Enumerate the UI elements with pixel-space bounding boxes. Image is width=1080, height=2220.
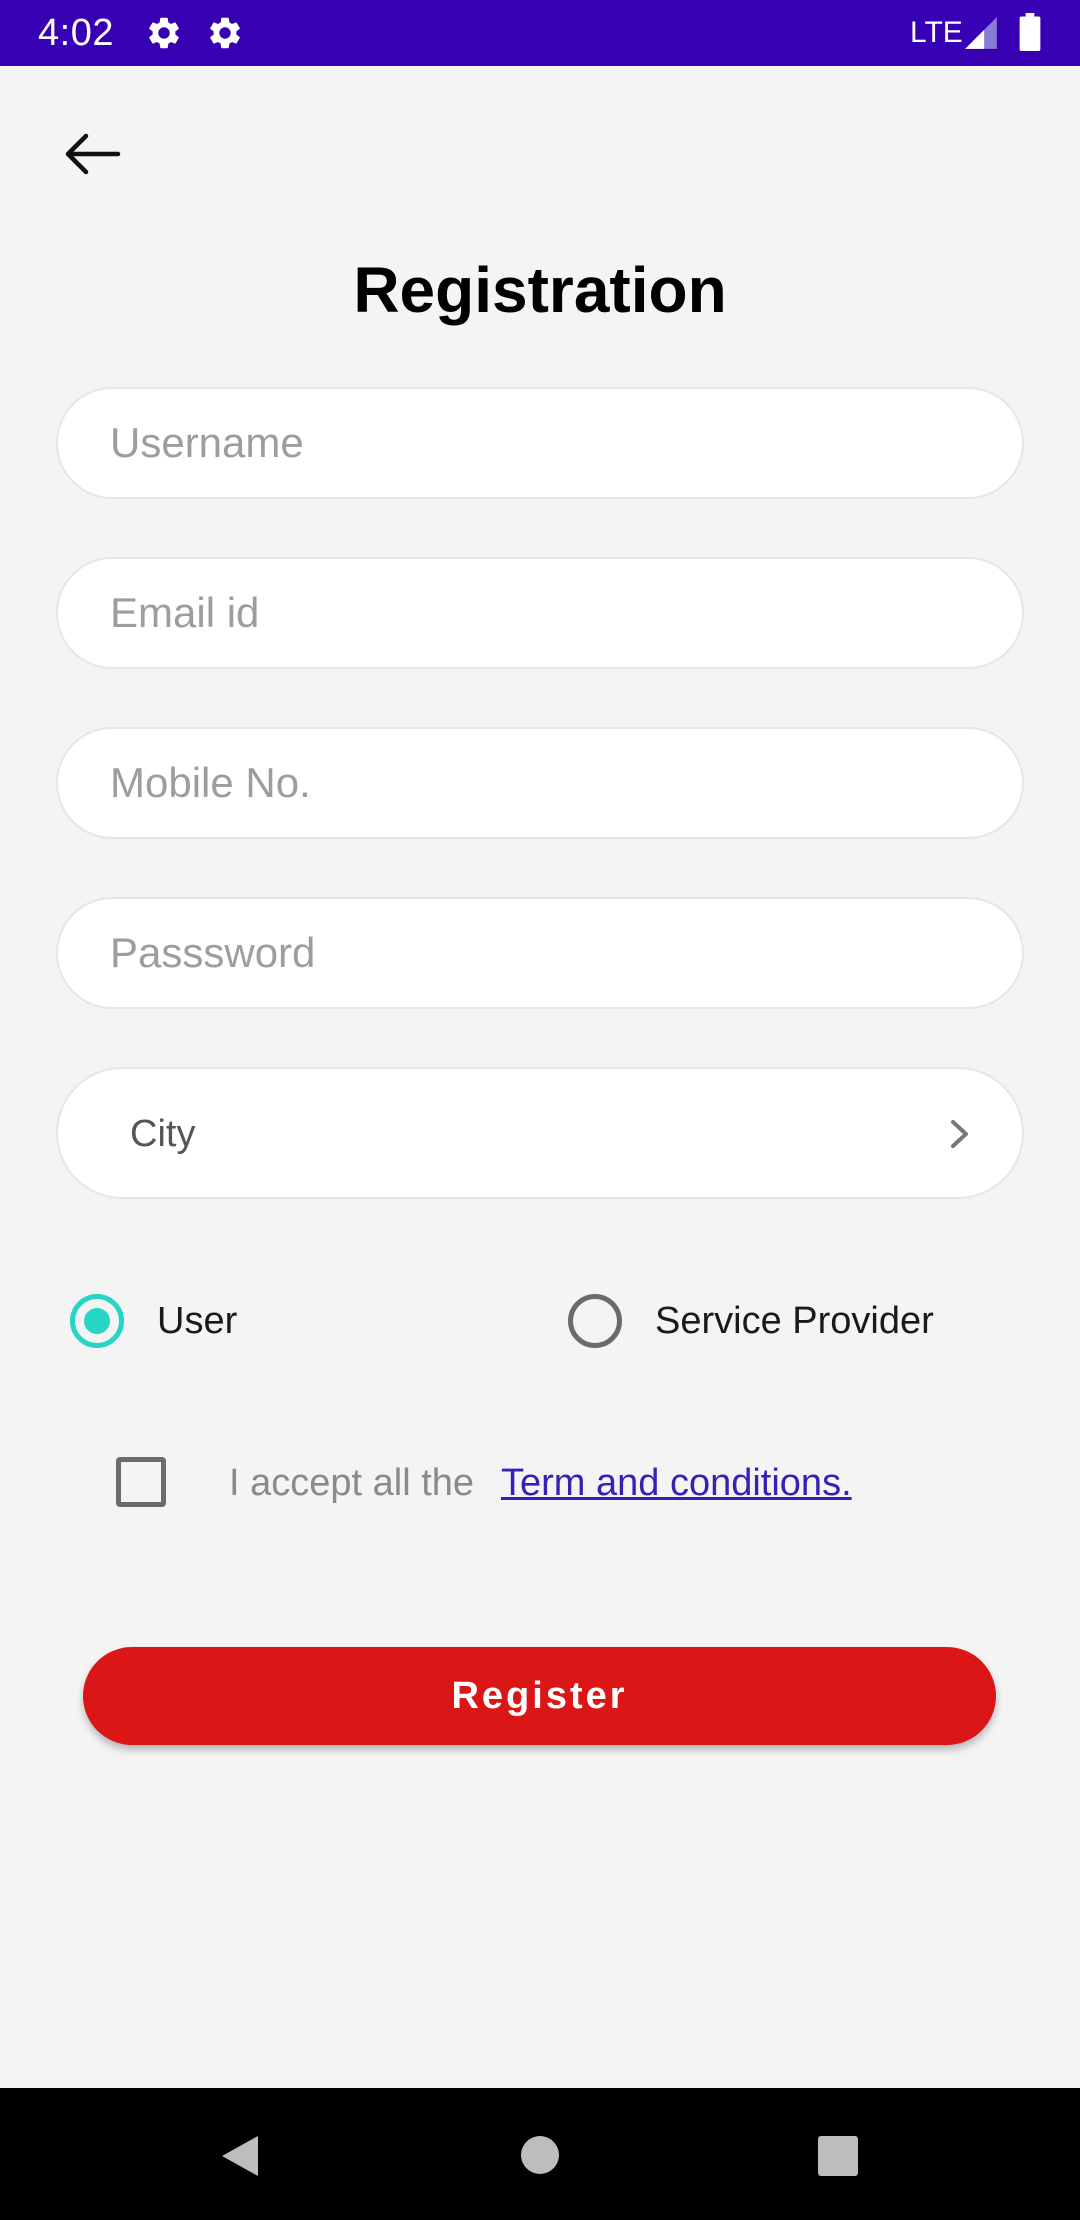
radio-button-selected[interactable] — [70, 1294, 124, 1348]
mobile-input[interactable] — [110, 729, 970, 837]
network-type: LTE — [910, 16, 963, 49]
radio-service-provider[interactable]: Service Provider — [568, 1290, 988, 1352]
nav-home-icon[interactable] — [521, 2136, 559, 2174]
gear-icon — [149, 17, 179, 49]
battery-icon — [1019, 13, 1041, 51]
status-bar: 4:02 LTE — [0, 0, 1080, 66]
chevron-right-icon — [951, 1120, 968, 1148]
nav-back-icon[interactable] — [220, 2134, 260, 2178]
terms-link[interactable]: Term and conditions. — [501, 1460, 852, 1506]
email-input[interactable] — [110, 559, 970, 667]
email-field[interactable] — [56, 557, 1024, 669]
mobile-field[interactable] — [56, 727, 1024, 839]
navigation-bar — [0, 2088, 1080, 2220]
terms-checkbox[interactable] — [116, 1457, 166, 1507]
signal-icon — [965, 17, 997, 49]
gear-icon — [210, 17, 240, 49]
status-time: 4:02 — [38, 12, 114, 54]
back-arrow-icon[interactable] — [56, 122, 128, 186]
radio-user[interactable]: User — [70, 1290, 370, 1352]
city-select[interactable]: City — [56, 1067, 1024, 1199]
city-label: City — [130, 1113, 196, 1155]
password-field[interactable] — [56, 897, 1024, 1009]
register-button[interactable]: Register — [83, 1647, 996, 1745]
username-input[interactable] — [110, 389, 970, 497]
password-input[interactable] — [110, 899, 970, 1007]
page-title: Registration — [353, 254, 727, 326]
nav-recents-icon[interactable] — [818, 2136, 858, 2176]
terms-text: I accept all the — [229, 1462, 475, 1504]
radio-button-unselected[interactable] — [568, 1294, 622, 1348]
radio-service-provider-label: Service Provider — [655, 1300, 934, 1342]
username-field[interactable] — [56, 387, 1024, 499]
radio-user-label: User — [157, 1300, 238, 1342]
